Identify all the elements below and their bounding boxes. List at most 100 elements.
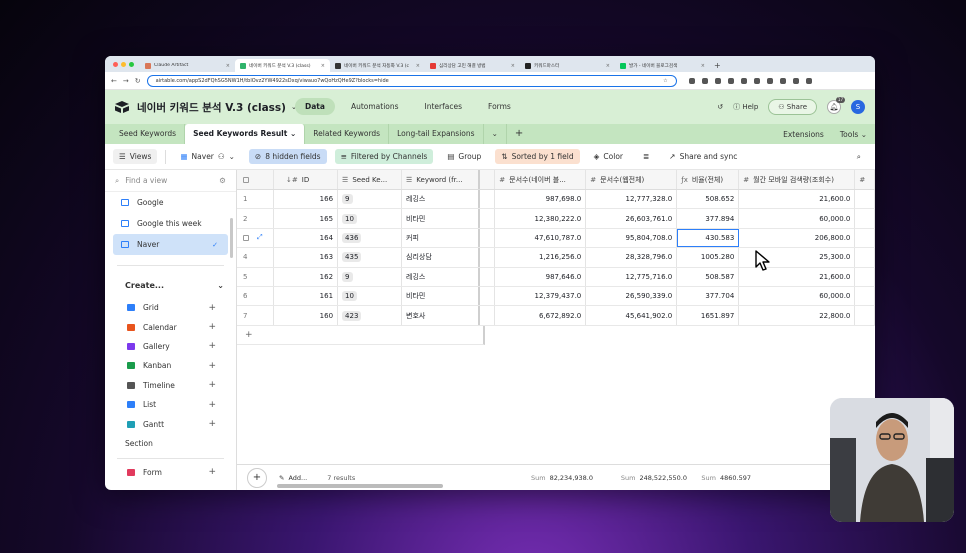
browser-tab[interactable]: 발가 - 네이버 블로그검색 × bbox=[615, 59, 710, 72]
close-window-button[interactable] bbox=[113, 61, 118, 67]
search-icon[interactable]: ⌕ bbox=[851, 149, 867, 165]
close-tab-icon[interactable]: × bbox=[226, 63, 230, 69]
linked-record-pill[interactable]: 423 bbox=[342, 310, 362, 321]
row-number[interactable]: 2 bbox=[237, 209, 275, 228]
row-number[interactable]: 4 bbox=[237, 248, 275, 267]
sum-web-docs[interactable]: Sum 248,522,550.0 bbox=[593, 474, 687, 482]
add-table-button[interactable]: + bbox=[507, 124, 531, 144]
new-tab-button[interactable]: + bbox=[710, 59, 725, 72]
cell-blog-docs[interactable]: 987,646.0 bbox=[495, 267, 587, 286]
base-name[interactable]: 네이버 키워드 분석 V.3 (class) bbox=[137, 100, 286, 115]
cell-blog-docs[interactable]: 987,698.0 bbox=[495, 190, 587, 209]
cell-id[interactable]: 161 bbox=[274, 286, 339, 306]
close-tab-icon[interactable]: × bbox=[606, 63, 610, 69]
table-tab-seed-keywords-result[interactable]: Seed Keywords Result ⌄ bbox=[185, 124, 306, 144]
cell-id[interactable]: 164 bbox=[274, 228, 339, 248]
table-row[interactable]: 1 166 9 레깅스 987,698.0 12,777,328.0 508.652 21,6… bbox=[237, 190, 875, 210]
extension-icon[interactable] bbox=[792, 77, 799, 84]
help-button[interactable]: ⓘ Help bbox=[733, 102, 758, 112]
filter-button[interactable]: ≡ Filtered by Channels bbox=[334, 149, 434, 164]
bookmark-star-icon[interactable]: ☆ bbox=[663, 78, 667, 84]
browser-tab[interactable]: Claude Artifact × bbox=[140, 59, 235, 72]
view-item-google[interactable]: Google bbox=[105, 192, 236, 213]
sort-button[interactable]: ⇅ Sorted by 1 field bbox=[495, 149, 580, 164]
linked-record-pill[interactable]: 10 bbox=[342, 291, 357, 302]
column-header-seed[interactable]: ☰ Seed Ke... bbox=[338, 170, 403, 189]
extension-icon[interactable] bbox=[740, 77, 747, 84]
share-sync-button[interactable]: ↗ Share and sync bbox=[663, 149, 743, 164]
linked-record-pill[interactable]: 435 bbox=[342, 252, 362, 263]
cell-blog-docs[interactable]: 12,379,437.0 bbox=[495, 286, 587, 306]
cell-ratio[interactable]: 1651.897 bbox=[677, 306, 740, 325]
cell-id[interactable]: 160 bbox=[274, 306, 339, 325]
close-tab-icon[interactable]: × bbox=[321, 63, 325, 69]
view-switcher[interactable]: ▦ Naver ⚇ ⌄ bbox=[174, 149, 240, 164]
view-item-naver[interactable]: Naver ✓ bbox=[113, 234, 228, 255]
table-tab-seed-keywords[interactable]: Seed Keywords bbox=[111, 124, 186, 144]
table-row[interactable]: ⤢ 164 436 커피 47,610,787.0 95,804,708.0 430.583… bbox=[237, 228, 875, 249]
create-kanban-view[interactable]: Kanban + bbox=[105, 356, 236, 375]
cell-web-docs[interactable]: 45,641,902.0 bbox=[586, 306, 678, 325]
create-grid-view[interactable]: Grid + bbox=[105, 298, 236, 317]
tools-button[interactable]: Tools ⌄ bbox=[840, 130, 867, 139]
column-header-mobile-search[interactable]: # 월간 모바일 검색량(조회수) bbox=[739, 170, 856, 189]
close-tab-icon[interactable]: × bbox=[416, 63, 420, 69]
row-number[interactable]: 6 bbox=[237, 286, 275, 306]
browser-tab[interactable]: 키워드마스터 × bbox=[520, 59, 615, 72]
row-number[interactable]: 7 bbox=[237, 306, 275, 325]
history-icon[interactable]: ↺ bbox=[717, 103, 723, 111]
notifications-bell-icon[interactable]: 🔔︎ 17 bbox=[827, 97, 845, 114]
sum-blog-docs[interactable]: Sum 82,234,938.0 bbox=[499, 474, 593, 482]
share-button[interactable]: ⚇ Share bbox=[768, 99, 817, 115]
cell-more[interactable] bbox=[855, 190, 875, 209]
cell-ratio[interactable]: 430.583 bbox=[677, 228, 740, 248]
nav-forms[interactable]: Forms bbox=[478, 98, 521, 115]
cell-more[interactable] bbox=[855, 228, 875, 248]
column-header-keyword[interactable]: ☰ Keyword (fr... bbox=[402, 170, 480, 189]
row-number[interactable]: ⤢ bbox=[237, 228, 275, 248]
find-view-field[interactable]: ⌕ Find a view ⚙ bbox=[105, 170, 236, 192]
extensions-button[interactable]: Extensions bbox=[783, 130, 824, 139]
browser-tab[interactable]: 네이버 키워드 분석 자동화 V.3 (c × bbox=[330, 59, 425, 72]
create-gallery-view[interactable]: Gallery + bbox=[105, 337, 236, 356]
cell-seed[interactable]: 423 bbox=[338, 306, 403, 325]
cell-mobile-search[interactable]: 60,000.0 bbox=[739, 286, 856, 306]
cell-seed[interactable]: 9 bbox=[338, 190, 403, 209]
table-row[interactable]: 2 165 10 비타민 12,380,222.0 26,603,761.0 377.894… bbox=[237, 209, 875, 229]
nav-data[interactable]: Data bbox=[295, 98, 335, 115]
linked-record-pill[interactable]: 9 bbox=[342, 271, 353, 282]
row-checkbox[interactable] bbox=[243, 234, 249, 241]
cell-seed[interactable]: 436 bbox=[338, 228, 403, 248]
reload-icon[interactable]: ↻ bbox=[135, 77, 141, 85]
cell-web-docs[interactable]: 26,603,761.0 bbox=[586, 209, 678, 228]
cell-mobile-search[interactable]: 21,600.0 bbox=[739, 190, 856, 209]
create-view-header[interactable]: Create... ⌄ bbox=[105, 272, 236, 298]
color-button[interactable]: ◈ Color bbox=[588, 149, 629, 164]
maximize-window-button[interactable] bbox=[129, 61, 134, 67]
linked-record-pill[interactable]: 10 bbox=[342, 213, 357, 224]
cell-keyword[interactable]: 심리상담 bbox=[402, 248, 480, 267]
column-header-web-docs[interactable]: # 문서수(웹전체) bbox=[586, 170, 678, 189]
column-header-more[interactable]: # bbox=[855, 170, 875, 189]
cell-blog-docs[interactable]: 12,380,222.0 bbox=[495, 209, 587, 228]
airtable-logo-icon[interactable] bbox=[115, 101, 129, 113]
cell-ratio[interactable]: 377.704 bbox=[677, 286, 740, 306]
row-number[interactable]: 1 bbox=[237, 190, 275, 209]
cell-ratio[interactable]: 1005.280 bbox=[677, 248, 740, 267]
cell-blog-docs[interactable]: 6,672,892.0 bbox=[495, 306, 587, 325]
cell-more[interactable] bbox=[855, 248, 875, 267]
cell-id[interactable]: 163 bbox=[274, 248, 339, 267]
cell-keyword[interactable]: 커피 bbox=[402, 228, 480, 248]
cell-web-docs[interactable]: 12,775,716.0 bbox=[586, 267, 678, 286]
browser-tab[interactable]: 네이버 키워드 분석 V.3 (class) × bbox=[235, 59, 330, 72]
cell-seed[interactable]: 10 bbox=[338, 209, 403, 228]
add-record-button[interactable]: + bbox=[247, 467, 267, 488]
view-item-google-this-week[interactable]: Google this week bbox=[105, 213, 236, 234]
more-tables-chevron-icon[interactable]: ⌄ bbox=[484, 124, 507, 144]
cell-mobile-search[interactable]: 22,800.0 bbox=[739, 306, 856, 325]
cell-mobile-search[interactable]: 206,800.0 bbox=[739, 228, 856, 248]
extension-icon[interactable] bbox=[753, 77, 760, 84]
column-header-blog-docs[interactable]: # 문서수(네이버 블... bbox=[495, 170, 587, 189]
close-tab-icon[interactable]: × bbox=[701, 63, 705, 69]
extension-icon[interactable] bbox=[727, 77, 734, 84]
